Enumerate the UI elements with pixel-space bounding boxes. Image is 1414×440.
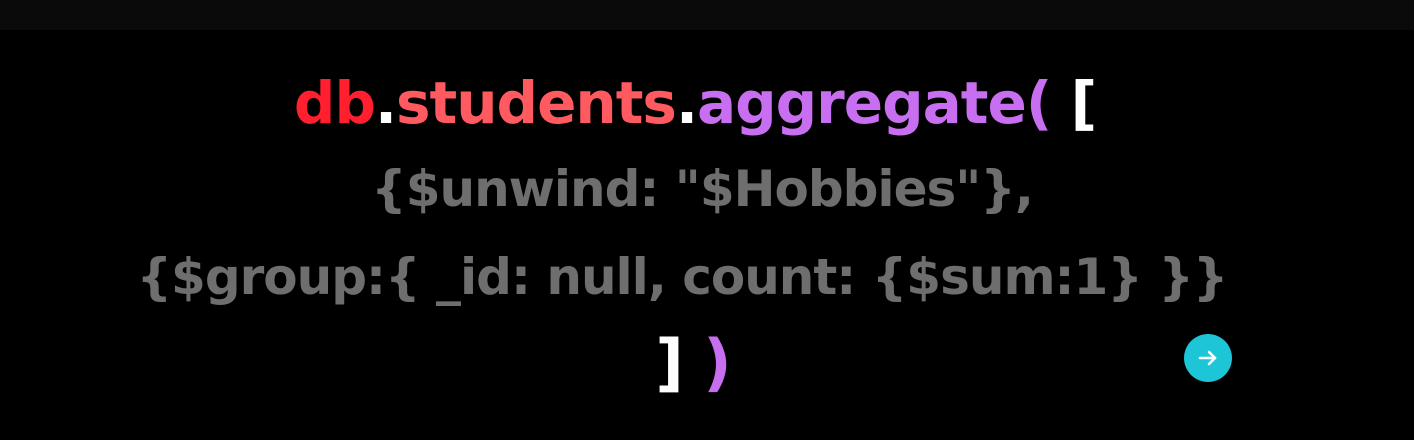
code-token-close-bracket: ]: [655, 326, 683, 399]
code-token-dot: .: [675, 69, 698, 137]
code-token-aggregate: aggregate: [697, 69, 1027, 137]
top-bar: [0, 0, 1414, 30]
code-token-dot: .: [374, 69, 397, 137]
code-token-close-paren: ): [703, 326, 731, 399]
code-token-open-bracket: [: [1070, 69, 1097, 137]
code-token-open-paren: (: [1025, 69, 1052, 137]
next-button[interactable]: [1184, 334, 1232, 382]
code-line-aggregate-call: db.students.aggregate( [: [0, 74, 1402, 132]
code-token-students: students: [396, 69, 677, 137]
code-line-unwind-stage: {$unwind: "$Hobbies"},: [371, 160, 1034, 218]
code-line-group-stage: {$group:{ _id: null, count: {$sum:1} }}: [136, 248, 1228, 306]
code-token-db: db: [293, 69, 376, 137]
arrow-right-icon: [1194, 344, 1222, 372]
